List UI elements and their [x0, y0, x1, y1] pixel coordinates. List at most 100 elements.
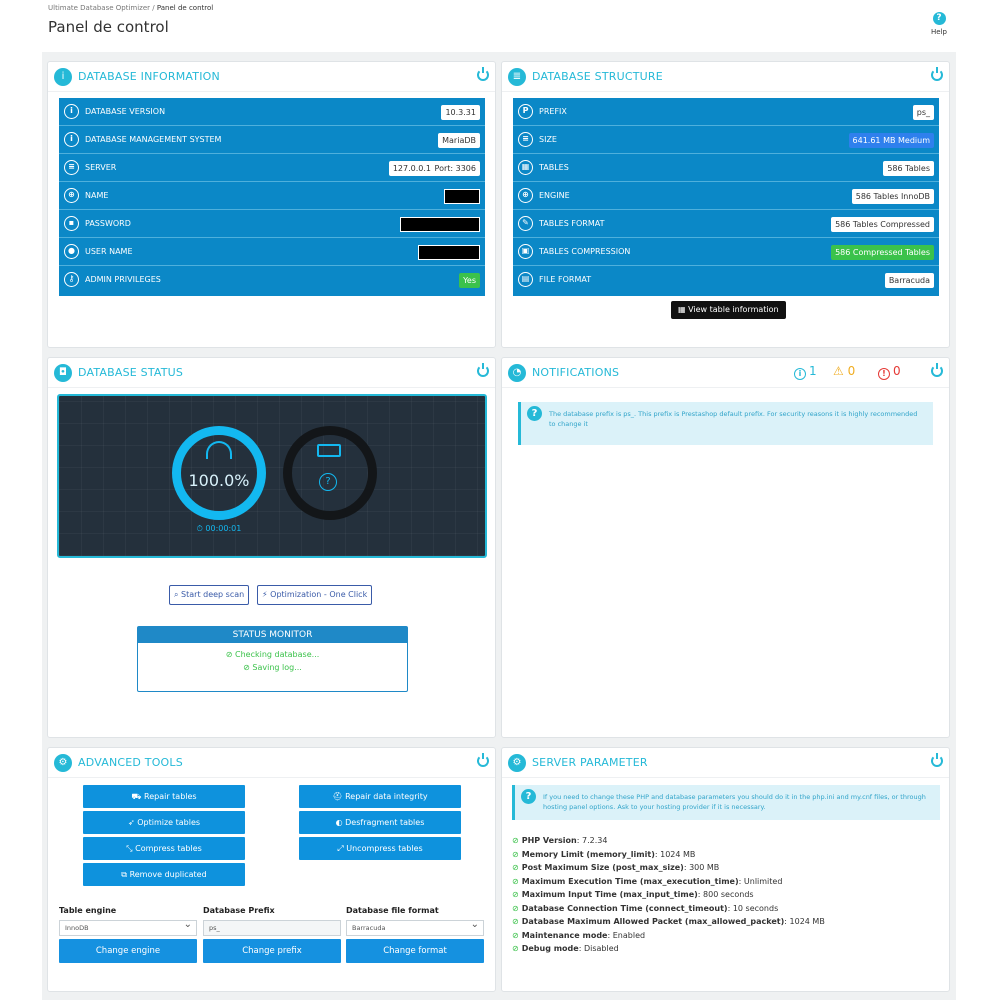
- monitor-text: Checking database...: [235, 650, 320, 659]
- row-label: ADMIN PRIVILEGES: [85, 275, 161, 284]
- param-key: Database Connection Time (connect_timeou…: [521, 903, 728, 913]
- uncompress-tables-button[interactable]: ⤢ Uncompress tables: [299, 837, 461, 860]
- remove-duplicated-button[interactable]: ⧉ Remove duplicated: [83, 863, 245, 886]
- compress-tables-button[interactable]: ⤡ Compress tables: [83, 837, 245, 860]
- row-label: TABLES FORMAT: [539, 219, 605, 228]
- row-label: DATABASE MANAGEMENT SYSTEM: [85, 135, 222, 144]
- battery-icon: [317, 444, 341, 457]
- check-icon: ⊘: [512, 903, 519, 913]
- power-icon[interactable]: [477, 363, 489, 377]
- panel-title: ADVANCED TOOLS: [78, 756, 183, 769]
- param-key: Maximum Input Time (max_input_time): [521, 890, 698, 899]
- structure-icon: ≣: [508, 68, 526, 86]
- redacted-name: [444, 189, 480, 204]
- param-key: PHP Version: [521, 836, 577, 845]
- parameter-item: ⊘ Debug mode: Disabled: [512, 944, 619, 953]
- table-icon: ▦: [518, 160, 533, 175]
- question-icon: ?: [319, 473, 337, 491]
- row-label: PASSWORD: [85, 219, 131, 228]
- table-engine-label: Table engine: [59, 906, 117, 915]
- button-label: Remove duplicated: [129, 870, 207, 879]
- row-label: PREFIX: [539, 107, 567, 116]
- change-engine-button[interactable]: Change engine: [59, 939, 197, 963]
- dbms-badge: MariaDB: [438, 133, 480, 148]
- one-click-optimization-button[interactable]: ⚡ Optimization - One Click: [257, 585, 373, 605]
- info-row-dbms: i DATABASE MANAGEMENT SYSTEM MariaDB: [59, 126, 485, 154]
- start-deep-scan-button[interactable]: ⌕ Start deep scan: [169, 585, 250, 605]
- change-prefix-button[interactable]: Change prefix: [203, 939, 341, 963]
- version-badge: 10.3.31: [441, 105, 480, 120]
- breadcrumb-parent[interactable]: Ultimate Database Optimizer: [48, 4, 150, 12]
- check-icon: ⊘: [512, 876, 519, 886]
- help-label: Help: [931, 28, 947, 36]
- panel-title: SERVER PARAMETER: [532, 756, 648, 769]
- power-icon[interactable]: [931, 67, 943, 81]
- power-icon[interactable]: [931, 363, 943, 377]
- param-value: 1024 MB: [660, 849, 696, 859]
- parameter-item: ⊘ PHP Version: 7.2.34: [512, 836, 608, 845]
- database-structure-panel: ≣ DATABASE STRUCTURE P PREFIX ps_ ≡ SIZE 641…: [501, 61, 950, 348]
- redacted-password: [400, 217, 480, 232]
- table-engine-select[interactable]: InnoDB: [59, 918, 197, 936]
- row-label: TABLES COMPRESSION: [539, 247, 631, 256]
- button-label: Optimize tables: [137, 818, 201, 827]
- server-badge: 127.0.0.1: [388, 161, 435, 176]
- advanced-tools-panel: ⚙ ADVANCED TOOLS ⛟ Repair tables ⛑ Repai…: [47, 747, 496, 992]
- panel-title: NOTIFICATIONS: [532, 366, 620, 379]
- count-value: 1: [809, 364, 817, 378]
- check-icon: ⊘: [512, 944, 519, 953]
- database-status-panel: ◘ DATABASE STATUS 100.0% ⏱ 00:00:01 ? ⌕ …: [47, 357, 496, 738]
- wrench-icon: ✎: [518, 216, 533, 231]
- server-settings-icon: ⚙: [508, 754, 526, 772]
- tables-badge: 586 Tables: [883, 161, 934, 176]
- param-key: Maximum Execution Time (max_execution_ti…: [521, 876, 739, 886]
- parameter-item: ⊘ Maximum Execution Time (max_execution_t…: [512, 876, 783, 886]
- button-label: Start deep scan: [181, 590, 245, 599]
- power-icon[interactable]: [477, 753, 489, 767]
- server-parameter-list: ⊘ PHP Version: 7.2.34 ⊘ Memory Limit (memo…: [512, 834, 825, 956]
- param-value: Disabled: [583, 944, 619, 953]
- power-icon[interactable]: [477, 67, 489, 81]
- warning-counter[interactable]: ⚠ 0: [833, 364, 855, 378]
- repair-data-integrity-button[interactable]: ⛑ Repair data integrity: [299, 785, 461, 808]
- check-icon: ⊘: [512, 836, 519, 845]
- error-counter[interactable]: ! 0: [878, 364, 901, 380]
- defragment-tables-button[interactable]: ◐ Desfragment tables: [299, 811, 461, 834]
- check-icon: ⊘: [512, 917, 519, 926]
- info-icon: i: [54, 68, 72, 86]
- panel-title: DATABASE STRUCTURE: [532, 70, 663, 83]
- change-format-button[interactable]: Change format: [346, 939, 484, 963]
- error-icon: !: [878, 368, 890, 380]
- view-table-information-button[interactable]: ▦ View table information: [671, 301, 786, 319]
- elapsed-timer: ⏱ 00:00:01: [196, 524, 242, 533]
- row-label: SIZE: [539, 135, 557, 144]
- prefix-notification: ? The database prefix is ps_. This prefi…: [518, 402, 933, 445]
- key-icon: ⚷: [64, 272, 79, 287]
- power-icon[interactable]: [931, 753, 943, 767]
- param-value: 1024 MB: [789, 917, 825, 926]
- param-key: Post Maximum Size (post_max_size): [521, 863, 684, 872]
- file-format-select[interactable]: Barracuda: [346, 918, 484, 936]
- database-information-table: i DATABASE VERSION 10.3.31 i DATABASE MANAG…: [59, 98, 485, 296]
- panel-title: DATABASE INFORMATION: [78, 70, 220, 83]
- button-label: Optimization - One Click: [270, 590, 368, 599]
- breadcrumb-current: Panel de control: [156, 4, 214, 12]
- notice-text: If you need to change these PHP and data…: [543, 793, 926, 811]
- info-counter[interactable]: i1: [794, 364, 817, 380]
- row-label: NAME: [85, 191, 109, 200]
- button-label: Uncompress tables: [346, 844, 423, 853]
- repair-tables-button[interactable]: ⛟ Repair tables: [83, 785, 245, 808]
- count-value: 0: [893, 364, 901, 378]
- file-format-badge: Barracuda: [884, 273, 934, 288]
- parameter-item: ⊘ Maintenance mode: Enabled: [512, 930, 646, 940]
- format-badge: 586 Tables Compressed: [831, 217, 934, 232]
- optimize-tables-button[interactable]: ➶ Optimize tables: [83, 811, 245, 834]
- help-button[interactable]: ? Help: [928, 12, 950, 36]
- row-label: USER NAME: [85, 247, 133, 256]
- button-label: Repair data integrity: [345, 792, 428, 801]
- prefix-icon: P: [518, 104, 533, 119]
- database-prefix-input[interactable]: ps_: [203, 920, 341, 936]
- help-icon: ?: [932, 12, 946, 25]
- lock-icon: ▪: [64, 216, 79, 231]
- engine-icon: ⊕: [518, 188, 533, 203]
